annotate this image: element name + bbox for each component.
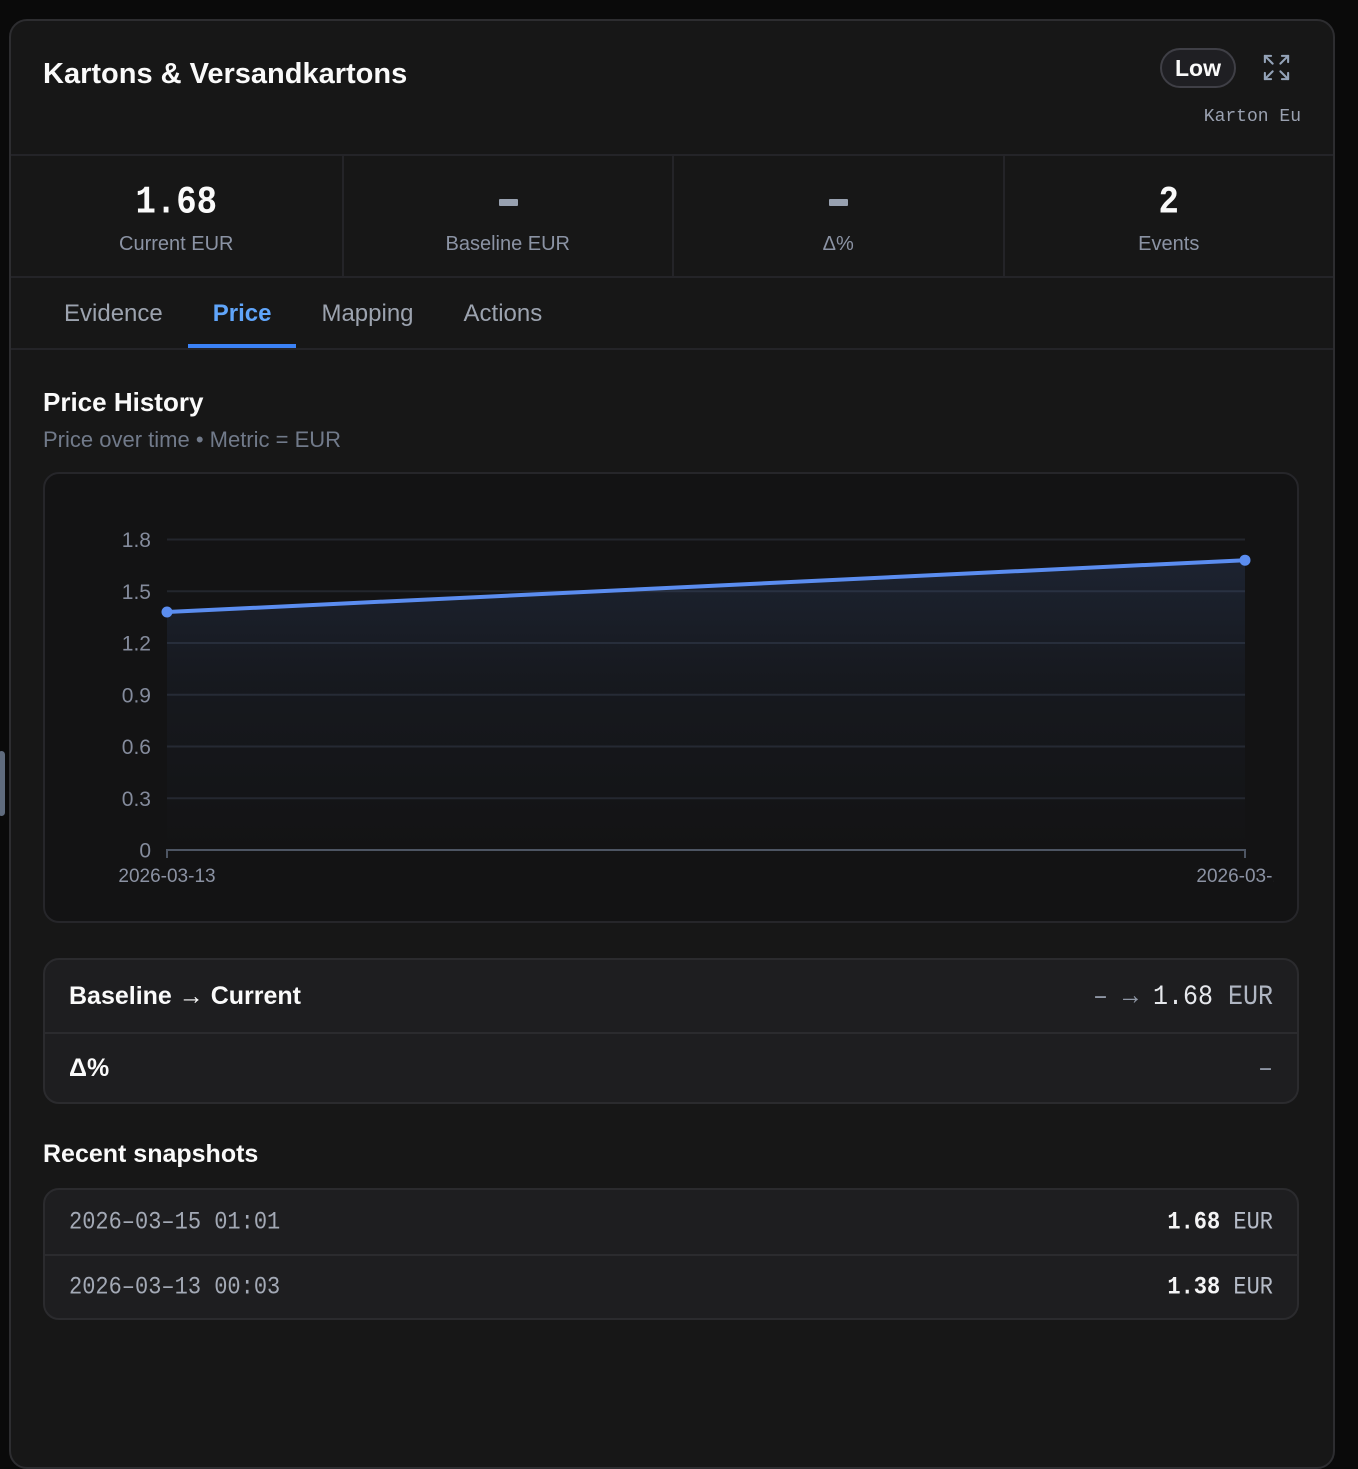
svg-text:2026-03-13: 2026-03-13 xyxy=(118,866,215,887)
svg-text:1.2: 1.2 xyxy=(122,633,151,656)
svg-text:0.9: 0.9 xyxy=(122,684,151,707)
svg-text:0.6: 0.6 xyxy=(122,736,151,759)
svg-text:1.8: 1.8 xyxy=(122,529,151,552)
svg-text:2026-03-15: 2026-03-15 xyxy=(1196,866,1274,887)
svg-text:0: 0 xyxy=(139,840,151,863)
svg-text:1.5: 1.5 xyxy=(122,581,151,604)
svg-text:0.3: 0.3 xyxy=(122,788,151,811)
